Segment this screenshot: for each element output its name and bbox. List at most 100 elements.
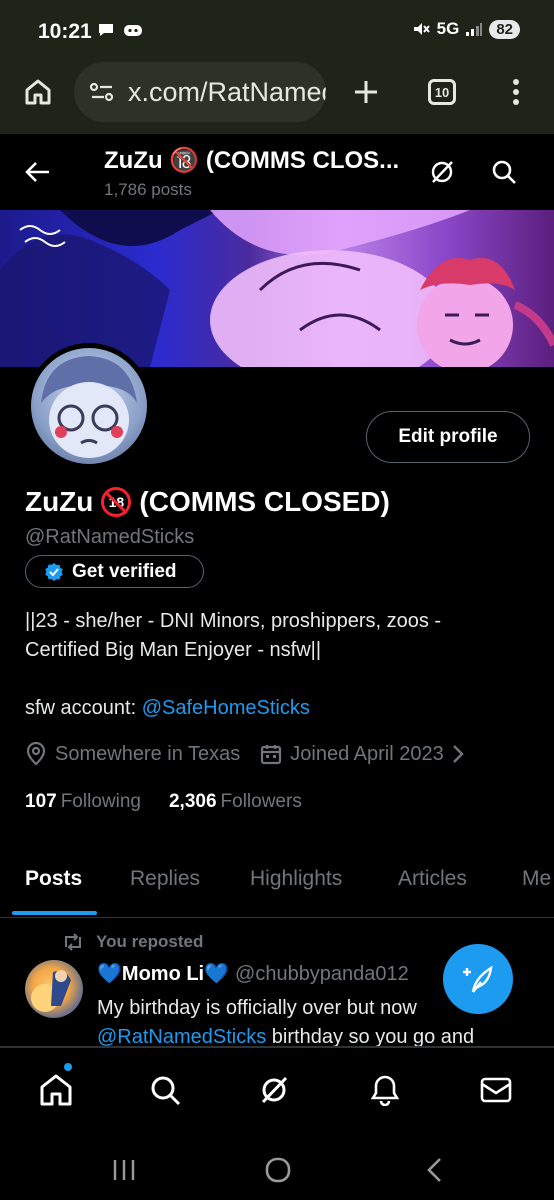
tab-posts[interactable]: Posts: [25, 867, 82, 891]
join-date-text: Joined April 2023: [290, 742, 444, 765]
status-time: 10:21: [38, 20, 92, 43]
browser-menu-button[interactable]: [494, 70, 538, 114]
location-text: Somewhere in Texas: [55, 742, 241, 765]
post-text-rest: birthday so you go and: [266, 1026, 475, 1048]
post-mention-link[interactable]: @RatNamedSticks: [97, 1026, 266, 1048]
nav-notifications-button[interactable]: [361, 1066, 409, 1114]
grok-button[interactable]: [420, 150, 464, 194]
display-name-suffix: (COMMS CLOSED): [139, 486, 390, 517]
profile-handle: @RatNamedSticks: [25, 526, 195, 548]
signal-icon: [466, 23, 483, 36]
tab-media[interactable]: Me: [522, 867, 551, 891]
address-bar[interactable]: x.com/RatNamedSticks: [74, 62, 326, 122]
browser-home-button[interactable]: [16, 70, 60, 114]
followers-link[interactable]: 2,306 Followers: [169, 791, 302, 813]
post-author-avatar[interactable]: [25, 960, 83, 1018]
notification-icons: [96, 20, 144, 40]
bio-line-2: Certified Big Man Enjoyer - nsfw||: [25, 639, 322, 661]
post-header: 💙Momo Li💙 @chubbypanda012: [97, 961, 409, 986]
nav-home-button[interactable]: [32, 1066, 80, 1114]
tab-replies[interactable]: Replies: [130, 867, 200, 891]
bio-sfw-line: sfw account: @SafeHomeSticks: [25, 694, 525, 723]
avatar-image: [31, 348, 147, 464]
get-verified-label: Get verified: [72, 560, 177, 582]
tab-articles[interactable]: Articles: [398, 867, 467, 891]
discord-icon: [124, 25, 142, 36]
location: Somewhere in Texas: [25, 742, 240, 766]
grok-icon: [431, 161, 453, 183]
edit-profile-button[interactable]: Edit profile: [366, 411, 530, 463]
calendar-icon: [261, 745, 282, 765]
active-tab-indicator: [12, 911, 97, 915]
repost-icon: [65, 933, 81, 951]
network-label: 5G: [436, 19, 460, 38]
url-text: x.com/RatNamedSticks: [128, 76, 326, 107]
new-tab-button[interactable]: [344, 70, 388, 114]
bottom-navigation: [0, 1048, 554, 1132]
following-label: Following: [60, 791, 141, 812]
profile-meta: Somewhere in Texas Joined April 2023: [25, 742, 484, 766]
system-home-button[interactable]: [254, 1146, 302, 1194]
new-tab-icon: [355, 81, 377, 103]
repost-label: You reposted: [96, 932, 204, 951]
header-title: ZuZu 🔞 (COMMS CLOS...: [104, 147, 400, 174]
system-back-button[interactable]: [410, 1146, 458, 1194]
post-avatar-artwork: [31, 970, 71, 1012]
sfw-prefix: sfw account:: [25, 697, 142, 719]
tab-count: 10: [428, 79, 456, 105]
status-bar: 10:21 5G 82: [0, 0, 554, 62]
avatar-artwork: [41, 356, 137, 458]
following-count: 107: [25, 791, 57, 812]
get-verified-button[interactable]: Get verified: [25, 555, 204, 588]
back-arrow-icon: [25, 162, 49, 182]
recents-icon: [113, 1160, 135, 1180]
more-vert-icon: [513, 79, 519, 105]
nav-messages-button[interactable]: [472, 1066, 520, 1114]
browser-toolbar: x.com/RatNamedSticks 10: [0, 62, 554, 134]
verified-badge-icon: [45, 562, 63, 581]
chat-icon: [99, 24, 113, 36]
post-text-start: My birthday is officially over but now: [97, 997, 417, 1019]
followers-count: 2,306: [168, 791, 217, 812]
mute-icon: [413, 23, 430, 35]
posts-count: 1,786 posts: [104, 180, 192, 199]
battery-indicator: 82: [489, 19, 520, 39]
join-date[interactable]: Joined April 2023: [260, 742, 464, 766]
bio-line-1: ||23 - she/her - DNI Minors, proshippers…: [25, 610, 442, 632]
follow-stats: 107 Following 2,306 Followers: [25, 791, 302, 813]
back-icon: [427, 1158, 441, 1182]
home-icon: [25, 79, 51, 105]
compose-feather-icon: [463, 965, 493, 993]
sfw-account-link[interactable]: @SafeHomeSticks: [142, 697, 310, 719]
grok-icon: [261, 1076, 288, 1104]
followers-label: Followers: [220, 791, 302, 812]
messages-icon: [480, 1077, 512, 1103]
home-new-indicator: [64, 1063, 72, 1071]
profile-tabs: Posts Replies Highlights Articles Me: [0, 852, 554, 918]
profile-avatar[interactable]: [26, 343, 152, 469]
tab-highlights[interactable]: Highlights: [250, 867, 342, 891]
system-navigation: [0, 1132, 554, 1200]
repost-indicator: You reposted: [62, 932, 203, 952]
compose-post-button[interactable]: [443, 944, 513, 1014]
tab-switcher-button[interactable]: 10: [420, 70, 464, 114]
location-pin-icon: [26, 742, 46, 766]
search-icon: [151, 1076, 181, 1106]
nav-grok-button[interactable]: [250, 1066, 298, 1114]
display-name: ZuZu 18 (COMMS CLOSED): [25, 486, 390, 518]
post-author-handle[interactable]: @chubbypanda012: [235, 963, 409, 985]
search-icon: [492, 160, 516, 184]
home-icon: [40, 1074, 72, 1106]
post-author-name[interactable]: 💙Momo Li💙: [97, 963, 229, 985]
home-circle-icon: [265, 1157, 291, 1183]
back-button[interactable]: [16, 150, 60, 194]
profile-header: ZuZu 🔞 (COMMS CLOS... 1,786 posts: [0, 134, 554, 210]
site-settings-icon[interactable]: [88, 80, 116, 104]
recents-button[interactable]: [100, 1146, 148, 1194]
nav-search-button[interactable]: [141, 1066, 189, 1114]
notifications-icon: [370, 1075, 400, 1106]
adult-content-badge: 18: [101, 487, 132, 517]
header-search-button[interactable]: [482, 150, 526, 194]
following-link[interactable]: 107 Following: [25, 791, 141, 813]
chevron-right-icon: [452, 745, 464, 763]
